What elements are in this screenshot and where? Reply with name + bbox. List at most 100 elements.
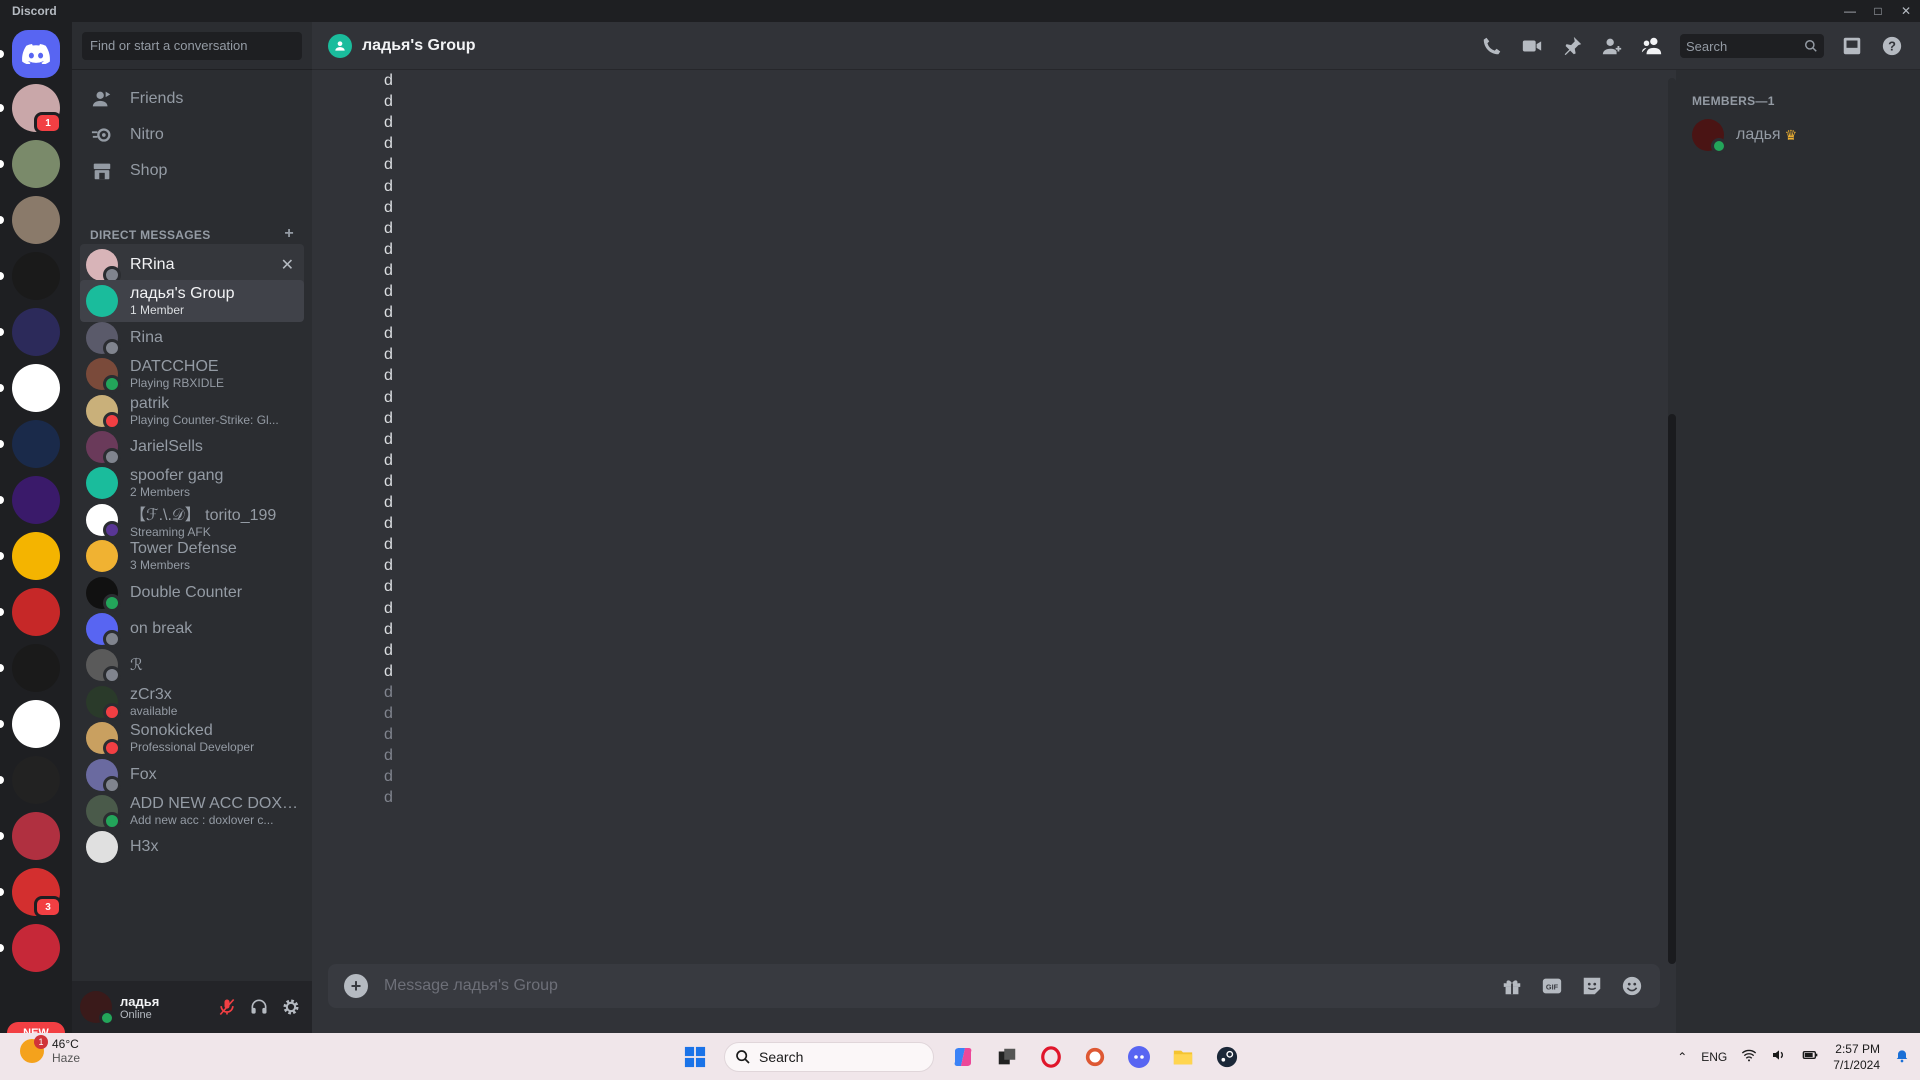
- steam-icon[interactable]: [1212, 1042, 1242, 1072]
- minimize-icon[interactable]: —: [1836, 0, 1864, 22]
- server-unread-indicator: [0, 552, 4, 560]
- dm-name: Double Counter: [130, 583, 243, 601]
- member-list-icon[interactable]: [1640, 34, 1664, 58]
- task-view-icon[interactable]: [992, 1042, 1022, 1072]
- voice-call-icon[interactable]: [1480, 34, 1504, 58]
- server-icon[interactable]: [12, 252, 60, 300]
- tray-chevron-icon[interactable]: ⌃: [1677, 1050, 1687, 1064]
- server-icon[interactable]: [12, 196, 60, 244]
- main-area: ладья's Group Search ? d d d d d d d d d…: [312, 22, 1920, 1033]
- inbox-icon[interactable]: [1840, 34, 1864, 58]
- dm-name: H3x: [130, 838, 159, 856]
- pinned-messages-icon[interactable]: [1560, 34, 1584, 58]
- dm-item[interactable]: Tower Defense 3 Members: [80, 535, 304, 577]
- notifications-bell-icon[interactable]: [1894, 1047, 1910, 1066]
- message-item: d: [384, 283, 393, 300]
- message-input[interactable]: Message ладья's Group: [384, 977, 558, 995]
- duckduckgo-icon[interactable]: [1080, 1042, 1110, 1072]
- avatar: [86, 394, 121, 430]
- headphones-icon[interactable]: [246, 994, 272, 1020]
- server-icon[interactable]: [12, 308, 60, 356]
- message-item: d: [384, 198, 393, 216]
- friends-icon: [86, 83, 118, 115]
- message-item: d: [384, 240, 393, 258]
- add-friends-to-dm-icon[interactable]: [1600, 34, 1624, 58]
- home-unread-indicator: [0, 50, 4, 58]
- emoji-icon[interactable]: [1620, 974, 1644, 998]
- avatar: [86, 467, 118, 500]
- svg-text:?: ?: [1888, 39, 1896, 54]
- avatar[interactable]: [80, 991, 115, 1026]
- opera-icon[interactable]: [1036, 1042, 1066, 1072]
- video-call-icon[interactable]: [1520, 34, 1544, 58]
- mute-microphone-icon[interactable]: [214, 994, 240, 1020]
- server-unread-indicator: [0, 776, 4, 784]
- find-conversation-bar: Find or start a conversation: [72, 22, 312, 70]
- attach-plus-icon[interactable]: +: [344, 974, 368, 998]
- server-icon[interactable]: 3: [12, 868, 62, 918]
- file-explorer-icon[interactable]: [1168, 1042, 1198, 1072]
- member-item[interactable]: ладья ♛: [1684, 114, 1908, 156]
- dm-item[interactable]: Sonokicked Professional Developer: [80, 717, 304, 759]
- discord-taskbar-icon[interactable]: [1124, 1042, 1154, 1072]
- dm-item[interactable]: DATCCHOE Playing RBXIDLE: [80, 353, 304, 395]
- find-conversation-input[interactable]: Find or start a conversation: [82, 31, 302, 60]
- taskbar-clock[interactable]: 2:57 PM 7/1/2024: [1833, 1041, 1880, 1073]
- maximize-icon[interactable]: □: [1864, 0, 1892, 22]
- server-icon[interactable]: [12, 588, 60, 636]
- windows-start-icon[interactable]: [680, 1042, 710, 1072]
- message-item: d: [384, 472, 393, 490]
- server-icon[interactable]: [12, 532, 60, 580]
- avatar: [86, 358, 121, 394]
- server-icon[interactable]: [12, 756, 60, 804]
- message-item: d: [384, 156, 393, 174]
- message-item: d: [384, 683, 393, 701]
- server-icon[interactable]: [12, 644, 60, 692]
- sticker-icon[interactable]: [1580, 974, 1604, 998]
- dm-item[interactable]: H3x: [80, 826, 304, 868]
- gif-icon[interactable]: GIF: [1540, 974, 1564, 998]
- language-indicator[interactable]: ENG: [1701, 1050, 1727, 1064]
- message-scrollbar-thumb[interactable]: [1668, 414, 1676, 964]
- battery-icon[interactable]: [1801, 1047, 1819, 1066]
- server-icon[interactable]: [12, 364, 60, 412]
- copilot-icon[interactable]: [948, 1042, 978, 1072]
- volume-icon[interactable]: [1771, 1047, 1787, 1066]
- dm-sidebar: Find or start a conversation Friends Nit…: [72, 22, 312, 1033]
- message-item: d: [384, 515, 393, 533]
- direct-messages-label: DIRECT MESSAGES: [90, 228, 211, 242]
- shop-icon: [86, 155, 118, 187]
- close-dm-icon[interactable]: ✕: [281, 255, 294, 275]
- server-icon[interactable]: [12, 924, 60, 972]
- gift-icon[interactable]: [1500, 974, 1524, 998]
- create-dm-icon[interactable]: +: [284, 226, 294, 242]
- server-icon[interactable]: 1: [12, 84, 62, 134]
- close-window-icon[interactable]: ✕: [1892, 0, 1920, 22]
- server-unread-indicator: [0, 216, 4, 224]
- message-item: d: [384, 451, 393, 469]
- server-icon[interactable]: [12, 140, 60, 188]
- settings-gear-icon[interactable]: [278, 994, 304, 1020]
- message-item: d: [384, 261, 393, 279]
- app-name: Discord: [12, 4, 57, 18]
- server-icon[interactable]: [12, 476, 60, 524]
- user-status: Online: [120, 1008, 152, 1021]
- nav-shop[interactable]: Shop: [80, 150, 304, 192]
- server-icon[interactable]: [12, 420, 60, 468]
- message-item: d: [384, 409, 393, 427]
- new-unreads-badge[interactable]: NEW: [7, 1022, 65, 1033]
- server-unread-indicator: [0, 608, 4, 616]
- server-icon[interactable]: [12, 700, 60, 748]
- help-icon[interactable]: ?: [1880, 34, 1904, 58]
- search-input[interactable]: Search: [1680, 34, 1824, 58]
- message-item: d: [384, 325, 393, 343]
- taskbar-search[interactable]: Search: [724, 1041, 934, 1072]
- server-icon[interactable]: [12, 812, 60, 860]
- discord-logo-icon: [22, 44, 50, 64]
- home-button[interactable]: [12, 30, 60, 78]
- server-unread-indicator: [0, 720, 4, 728]
- message-item: d: [384, 177, 393, 195]
- weather-widget[interactable]: 1 46°C Haze: [20, 1035, 80, 1065]
- wifi-icon[interactable]: [1741, 1047, 1757, 1066]
- message-item: d: [384, 388, 393, 406]
